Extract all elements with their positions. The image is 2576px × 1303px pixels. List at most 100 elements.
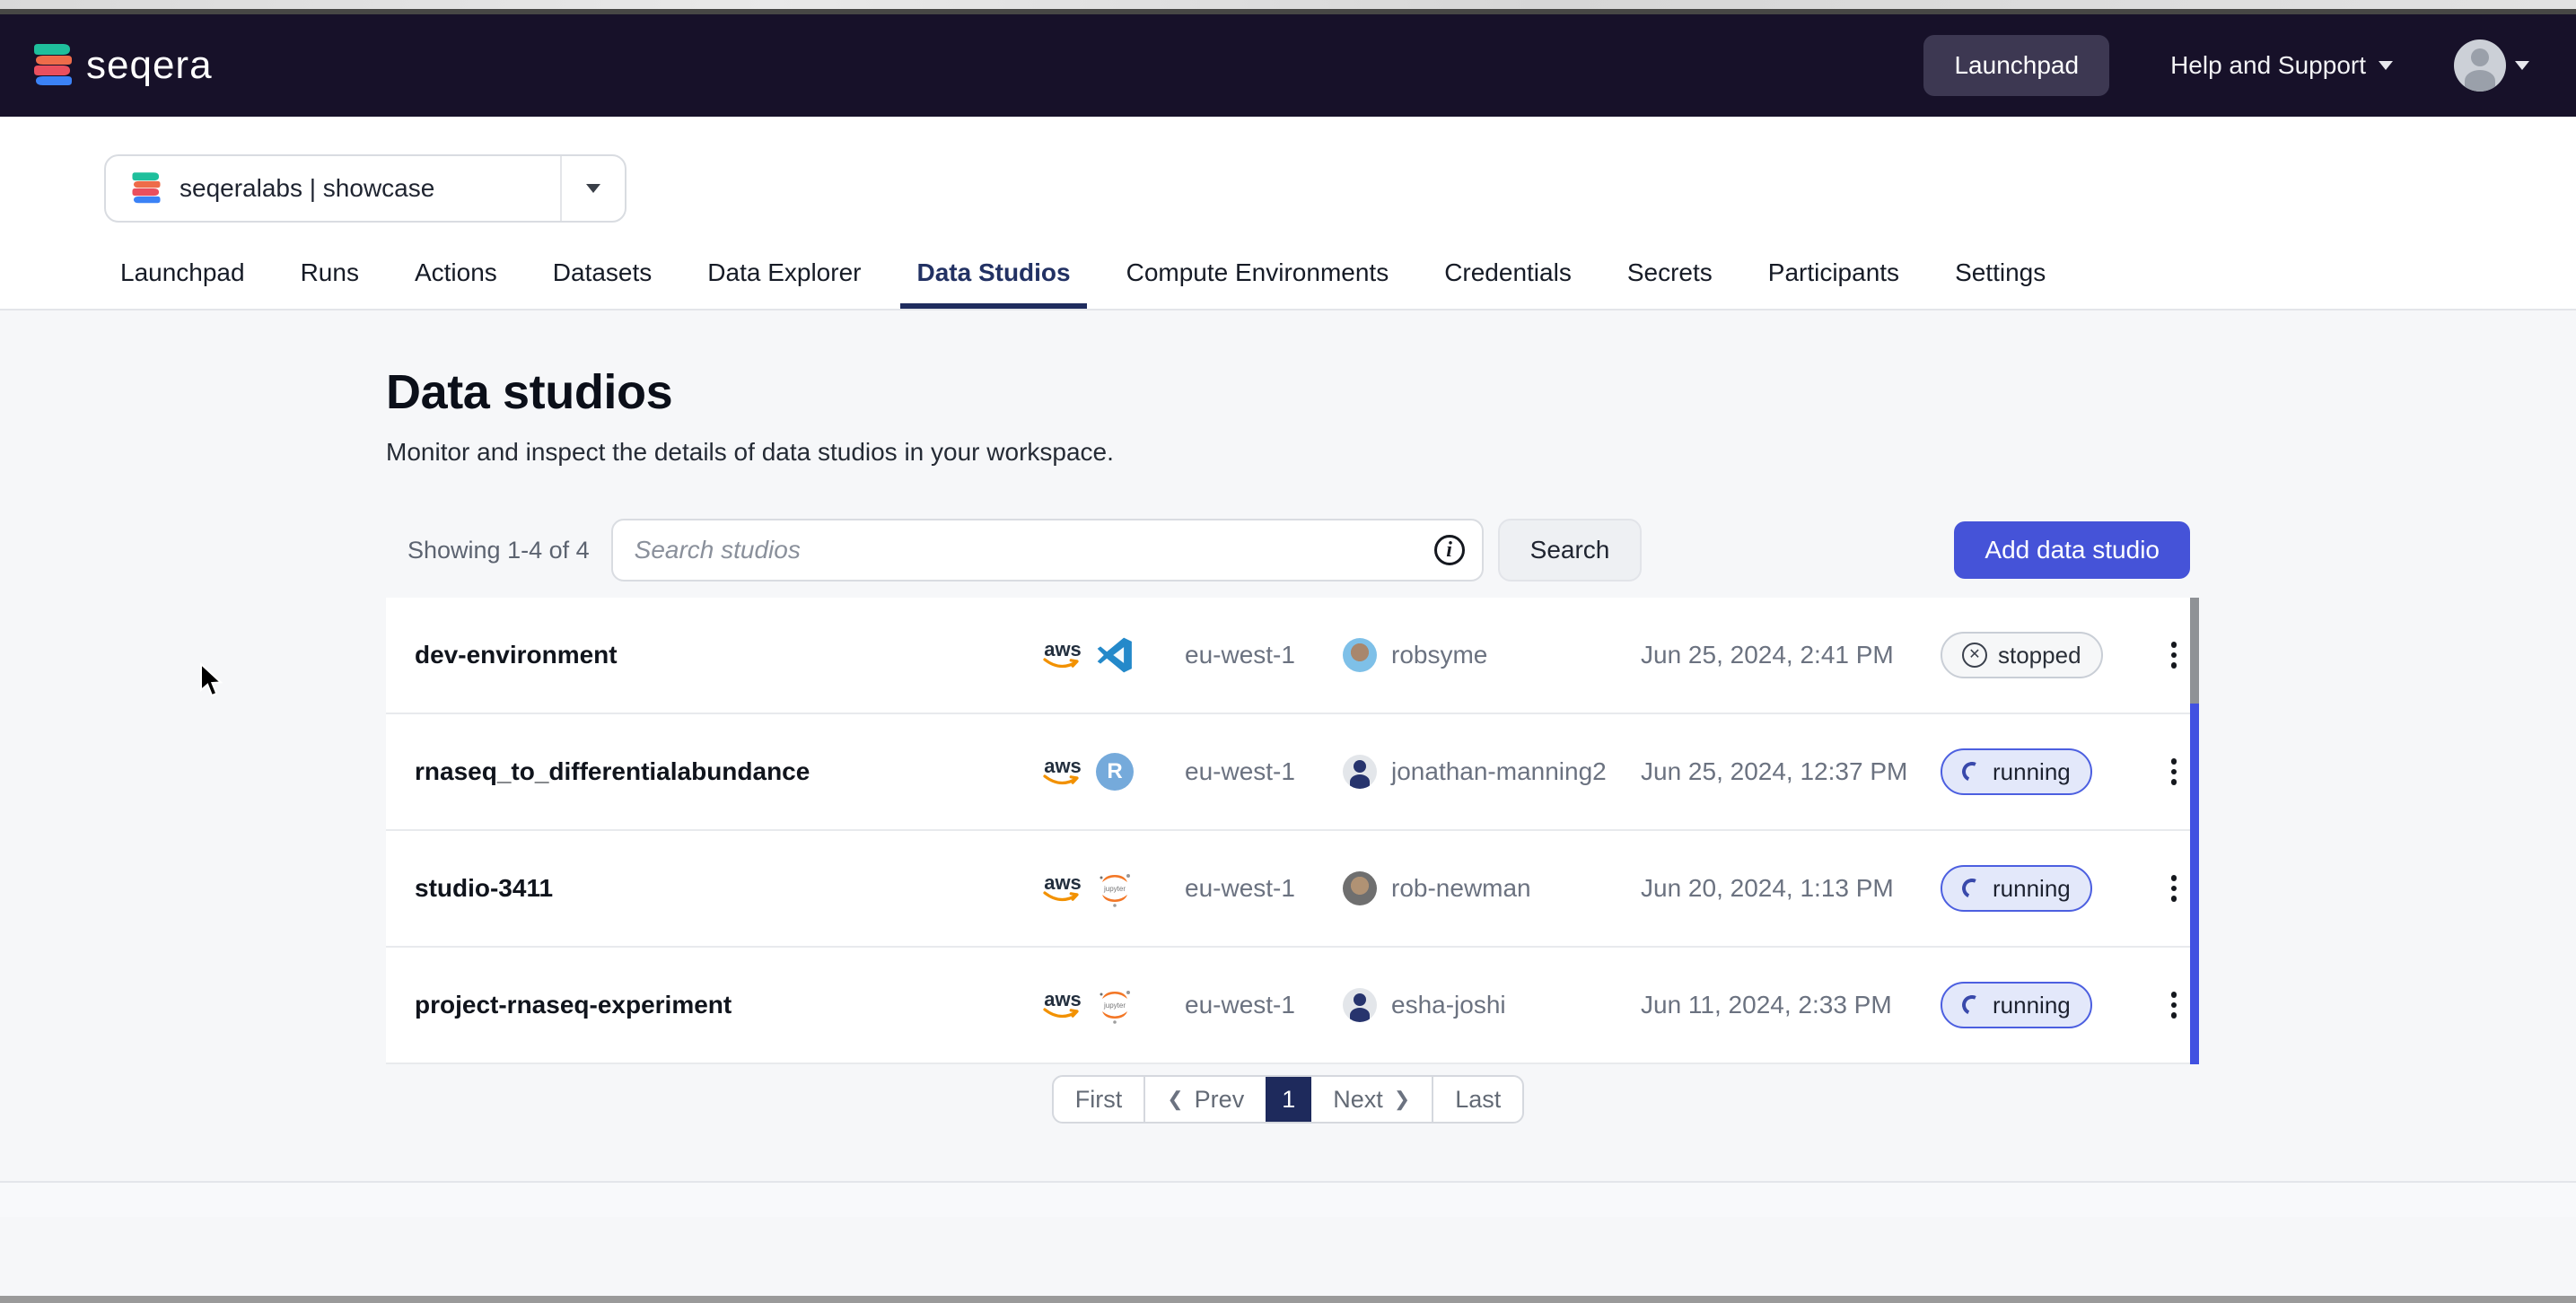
studios-table: dev-environment aws R jupyter [386, 598, 2190, 1064]
tab-actions[interactable]: Actions [415, 258, 497, 309]
aws-icon: aws [1043, 873, 1082, 904]
launchpad-button[interactable]: Launchpad [1923, 35, 2109, 96]
search-button[interactable]: Search [1498, 519, 1643, 582]
svg-text:jupyter: jupyter [1103, 885, 1126, 893]
studio-user: esha-joshi [1343, 988, 1641, 1022]
info-icon[interactable]: i [1417, 535, 1482, 565]
search-input[interactable] [613, 536, 1417, 564]
table-scrollbar[interactable] [2190, 598, 2199, 1064]
status-badge: ✕ stopped [1941, 632, 2103, 678]
status-badge: ✕ running [1941, 748, 2092, 795]
tab-participants[interactable]: Participants [1768, 258, 1899, 309]
table-row[interactable]: project-rnaseq-experiment aws R [386, 948, 2190, 1064]
tab-credentials[interactable]: Credentials [1444, 258, 1572, 309]
aws-icon: aws [1043, 756, 1082, 787]
region-label: eu-west-1 [1185, 874, 1343, 903]
workspace-selector[interactable]: seqeralabs | showcase [104, 154, 626, 223]
user-avatar [2454, 39, 2506, 92]
help-and-support-menu[interactable]: Help and Support [2170, 51, 2393, 80]
workspace-tabs: Launchpad Runs Actions Datasets Data Exp… [0, 223, 2576, 309]
environment-icons: aws R jupyter [1043, 635, 1185, 675]
pagination: First ❮ Prev 1 Next ❯ Last [1052, 1075, 1525, 1124]
studio-name: rnaseq_to_differentialabundance [415, 757, 1043, 786]
vscode-icon [1095, 635, 1135, 675]
tab-launchpad[interactable]: Launchpad [120, 258, 245, 309]
username: rob-newman [1391, 874, 1531, 903]
environment-icons: aws R jupyter [1043, 752, 1185, 791]
tab-data-studios[interactable]: Data Studios [916, 258, 1070, 309]
user-avatar [1343, 755, 1377, 789]
tab-data-explorer[interactable]: Data Explorer [707, 258, 861, 309]
logo-wordmark: seqera [86, 43, 213, 88]
scrollbar-track [2190, 704, 2199, 1064]
jupyter-icon: jupyter [1095, 869, 1135, 908]
help-label: Help and Support [2170, 51, 2366, 80]
created-date: Jun 20, 2024, 1:13 PM [1641, 874, 1941, 903]
stopped-icon: ✕ [1962, 643, 1987, 668]
username: jonathan-manning2 [1391, 757, 1607, 786]
created-date: Jun 11, 2024, 2:33 PM [1641, 991, 1941, 1019]
created-date: Jun 25, 2024, 2:41 PM [1641, 641, 1941, 669]
table-toolbar: Showing 1-4 of 4 i Search Add data studi… [386, 503, 2190, 598]
status-badge: ✕ running [1941, 982, 2092, 1028]
user-avatar [1343, 638, 1377, 672]
user-avatar [1343, 871, 1377, 905]
pagination-prev[interactable]: ❮ Prev [1143, 1077, 1266, 1122]
table-row[interactable]: studio-3411 aws R jupyter [386, 831, 2190, 948]
studios-panel: Showing 1-4 of 4 i Search Add data studi… [386, 503, 2190, 1124]
studio-name: dev-environment [415, 641, 1043, 669]
page-subtitle: Monitor and inspect the details of data … [386, 438, 2576, 467]
status-badge: ✕ running [1941, 865, 2092, 912]
top-navbar: seqera Launchpad Help and Support [0, 14, 2576, 117]
studio-name: studio-3411 [415, 874, 1043, 903]
tab-secrets[interactable]: Secrets [1627, 258, 1713, 309]
workspace-dropdown-toggle[interactable] [560, 156, 625, 221]
table-row[interactable]: rnaseq_to_differentialabundance aws R [386, 714, 2190, 831]
scrollbar-thumb[interactable] [2190, 598, 2199, 704]
table-row[interactable]: dev-environment aws R jupyter [386, 598, 2190, 714]
pagination-page-1[interactable]: 1 [1266, 1077, 1311, 1122]
region-label: eu-west-1 [1185, 641, 1343, 669]
running-spinner-icon [1959, 993, 1985, 1018]
search-input-group: i [611, 519, 1484, 582]
tab-datasets[interactable]: Datasets [553, 258, 653, 309]
add-data-studio-button[interactable]: Add data studio [1954, 521, 2190, 579]
aws-icon: aws [1043, 990, 1082, 1020]
user-avatar [1343, 988, 1377, 1022]
studio-name: project-rnaseq-experiment [415, 991, 1043, 1019]
app-window: seqera Launchpad Help and Support [0, 0, 2576, 1303]
chevron-right-icon: ❯ [1394, 1088, 1410, 1111]
region-label: eu-west-1 [1185, 991, 1343, 1019]
tab-settings[interactable]: Settings [1955, 258, 2046, 309]
aws-icon: aws [1043, 640, 1082, 670]
jupyter-icon: jupyter [1095, 985, 1135, 1025]
seqera-logo[interactable]: seqera [32, 42, 213, 89]
running-spinner-icon [1959, 759, 1985, 784]
footer-divider [0, 1181, 2576, 1217]
created-date: Jun 25, 2024, 12:37 PM [1641, 757, 1941, 786]
user-menu[interactable] [2454, 39, 2529, 92]
chevron-down-icon [586, 184, 600, 193]
chevron-down-icon [2515, 61, 2529, 70]
pagination-next[interactable]: Next ❯ [1311, 1077, 1432, 1122]
workspace-logo-icon [131, 171, 162, 206]
tab-compute-environments[interactable]: Compute Environments [1126, 258, 1389, 309]
svg-text:jupyter: jupyter [1103, 1001, 1126, 1010]
studio-user: rob-newman [1343, 871, 1641, 905]
username: esha-joshi [1391, 991, 1506, 1019]
rstudio-icon: R [1095, 752, 1135, 791]
tab-runs[interactable]: Runs [301, 258, 359, 309]
running-spinner-icon [1959, 876, 1985, 901]
page-title: Data studios [386, 364, 2576, 420]
workspace-header: seqeralabs | showcase Launchpad Runs Act… [0, 117, 2576, 310]
environment-icons: aws R jupyter [1043, 985, 1185, 1025]
seqera-logo-icon [32, 42, 74, 89]
workspace-name: seqeralabs | showcase [180, 174, 434, 203]
chevron-left-icon: ❮ [1167, 1088, 1183, 1111]
studio-user: jonathan-manning2 [1343, 755, 1641, 789]
pagination-last[interactable]: Last [1432, 1077, 1522, 1122]
pagination-first[interactable]: First [1054, 1077, 1143, 1122]
region-label: eu-west-1 [1185, 757, 1343, 786]
studio-user: robsyme [1343, 638, 1641, 672]
main-content: Data studios Monitor and inspect the det… [0, 310, 2576, 1253]
